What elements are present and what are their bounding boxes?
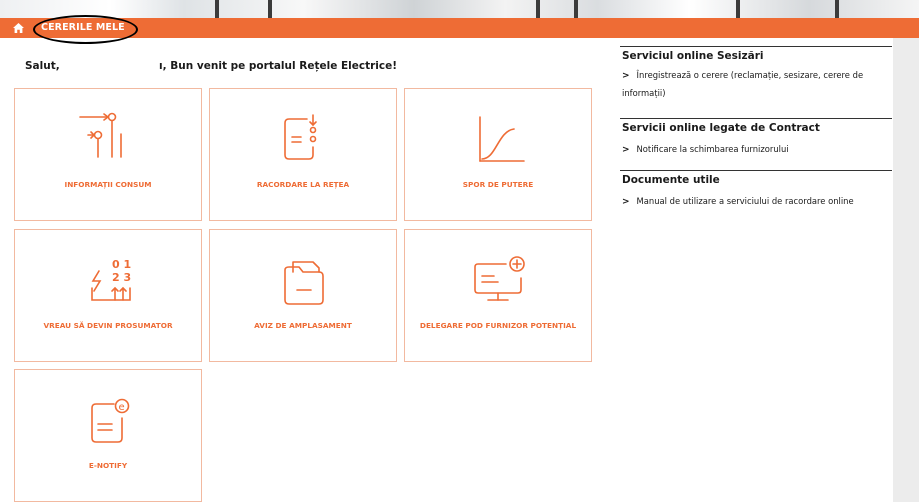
banner-decoration: [574, 0, 578, 18]
tile-e-notify[interactable]: e E-NOTIFY: [14, 369, 202, 502]
section-title: Documente utile: [622, 174, 720, 186]
svg-text:e: e: [119, 402, 125, 413]
prosumer-icon: 0 1 2 3: [91, 258, 131, 301]
divider: [620, 170, 892, 171]
tile-label: SPOR DE PUTERE: [462, 180, 534, 189]
monitor-add-icon: [474, 256, 525, 301]
tile-prosumator[interactable]: 0 1 2 3 VREAU SĂ DEVIN PROSUMATOR: [14, 229, 202, 362]
banner-decoration: [268, 0, 272, 18]
tile-label: DELEGARE POD FURNIZOR POTENȚIAL: [419, 321, 577, 330]
folder-icon: [284, 261, 324, 305]
annotation-circle: [33, 15, 138, 44]
greeting-suffix: ı, Bun venit pe portalul Rețele Electric…: [159, 60, 398, 72]
tile-label: INFORMAȚII CONSUM: [64, 180, 152, 189]
chevron-right-icon: >: [622, 197, 630, 207]
chevron-right-icon: >: [622, 71, 630, 81]
banner-decoration: [835, 0, 839, 18]
banner-decoration: [536, 0, 540, 18]
banner-decoration: [215, 0, 219, 18]
svg-text:2 3: 2 3: [112, 271, 131, 284]
link-notificare-furnizor[interactable]: > Notificare la schimbarea furnizorului: [622, 141, 890, 159]
power-increase-icon: [479, 116, 525, 162]
consumption-info-icon: [79, 112, 122, 158]
section-title: Servicii online legate de Contract: [622, 122, 820, 134]
section-title: Serviciul online Sesizări: [622, 50, 764, 62]
banner-decoration: [736, 0, 740, 18]
header-banner: [0, 0, 919, 18]
svg-text:0 1: 0 1: [112, 258, 131, 271]
tile-spor-de-putere[interactable]: SPOR DE PUTERE: [404, 88, 592, 221]
divider: [620, 118, 892, 119]
greeting-prefix: Salut,: [25, 60, 60, 72]
e-notify-icon: e: [91, 398, 130, 443]
tile-racordare-la-retea[interactable]: RACORDARE LA REȚEA: [209, 88, 397, 221]
chevron-right-icon: >: [622, 145, 630, 155]
tile-aviz-de-amplasament[interactable]: AVIZ DE AMPLASAMENT: [209, 229, 397, 362]
tile-informatii-consum[interactable]: INFORMAȚII CONSUM: [14, 88, 202, 221]
tile-label: VREAU SĂ DEVIN PROSUMATOR: [43, 321, 173, 330]
tile-label: RACORDARE LA REȚEA: [256, 180, 350, 189]
tile-label: AVIZ DE AMPLASAMENT: [254, 321, 352, 330]
welcome-message: Salut, ı, Bun venit pe portalul Rețele E…: [25, 60, 397, 72]
scroll-track: [893, 38, 919, 502]
link-inregistreaza-cerere[interactable]: > Înregistrează o cerere (reclamație, ses…: [622, 67, 890, 102]
grid-connection-icon: [284, 114, 317, 160]
link-manual-utilizare[interactable]: > Manual de utilizare a serviciului de ra…: [622, 193, 872, 211]
divider: [620, 46, 892, 47]
tile-delegare-pod[interactable]: DELEGARE POD FURNIZOR POTENȚIAL: [404, 229, 592, 362]
home-icon[interactable]: [13, 23, 24, 33]
tile-label: E-NOTIFY: [88, 461, 128, 470]
